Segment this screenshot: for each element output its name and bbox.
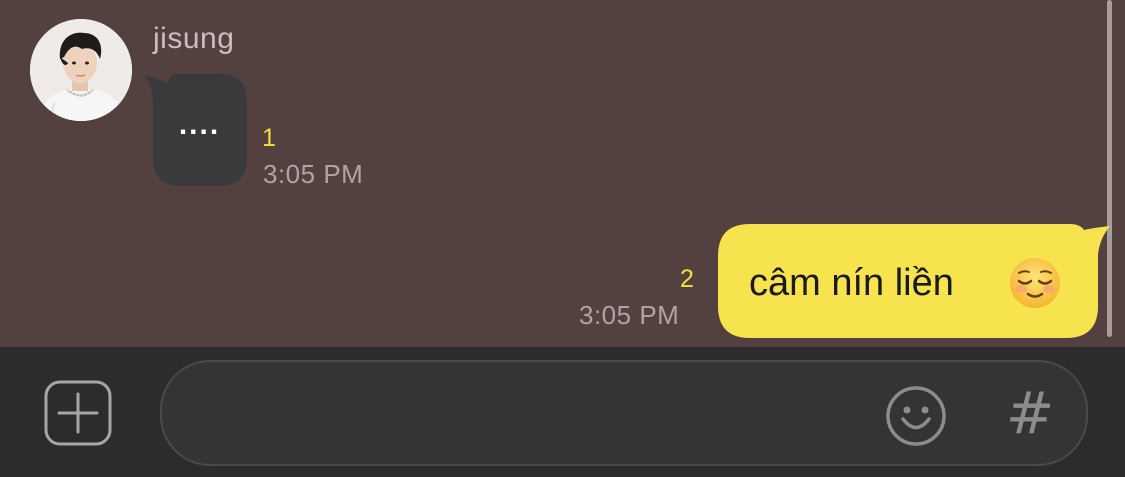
plus-icon[interactable] bbox=[44, 380, 112, 446]
chat-area[interactable]: jisung .... 1 3:05 PM 2 3:05 PM câm nín … bbox=[0, 0, 1125, 347]
avatar[interactable] bbox=[30, 19, 132, 121]
message-input-box[interactable]: # bbox=[160, 360, 1088, 466]
message-input[interactable] bbox=[192, 392, 876, 436]
sender-name: jisung bbox=[153, 22, 235, 55]
outgoing-message-text: câm nín liền bbox=[749, 262, 954, 304]
unread-count-outgoing: 2 bbox=[680, 265, 694, 293]
incoming-message-text: .... bbox=[178, 108, 221, 141]
outgoing-timestamp: 3:05 PM bbox=[579, 300, 680, 330]
hash-icon[interactable]: # bbox=[1000, 380, 1060, 446]
incoming-timestamp: 3:05 PM bbox=[263, 159, 364, 189]
smiley-icon[interactable] bbox=[884, 384, 948, 448]
relieved-face-emoji bbox=[1009, 257, 1061, 309]
composer-bar: # bbox=[0, 347, 1125, 477]
unread-count-incoming: 1 bbox=[262, 124, 276, 152]
